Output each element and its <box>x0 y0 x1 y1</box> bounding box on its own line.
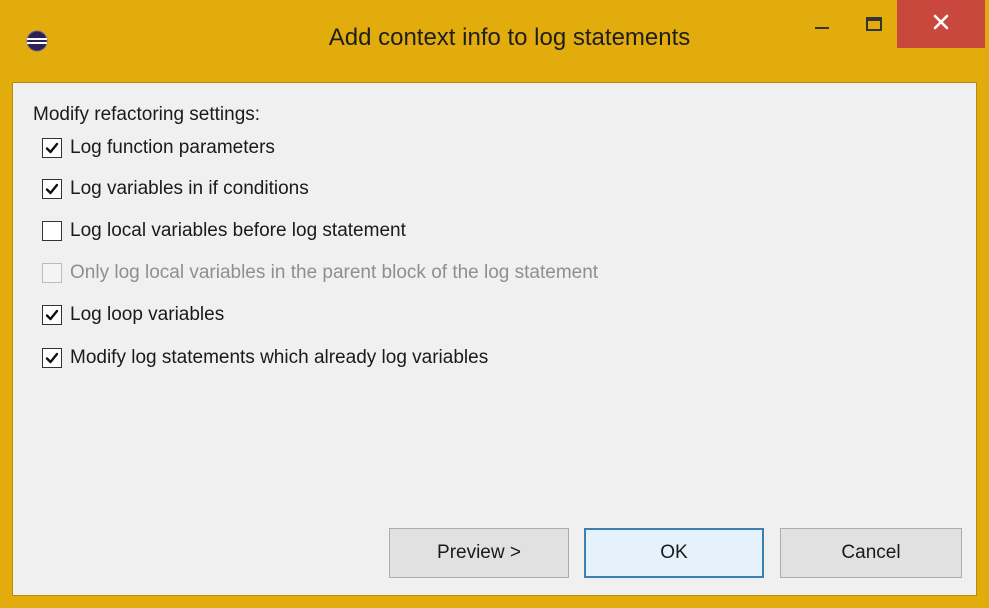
checkbox-checked-icon[interactable] <box>42 138 62 158</box>
checkbox-unchecked-icon[interactable] <box>42 221 62 241</box>
close-button[interactable] <box>897 0 985 48</box>
settings-heading: Modify refactoring settings: <box>33 104 261 125</box>
minimize-icon <box>815 17 829 35</box>
checkbox-label: Log function parameters <box>70 137 275 158</box>
log-function-parameters-checkbox[interactable]: Log function parameters <box>42 134 275 162</box>
minimize-button[interactable] <box>800 0 844 52</box>
log-loop-variables-checkbox[interactable]: Log loop variables <box>42 301 224 329</box>
maximize-icon <box>866 16 882 36</box>
checkbox-checked-icon[interactable] <box>42 348 62 368</box>
checkbox-label: Only log local variables in the parent b… <box>70 262 599 283</box>
log-local-variables-checkbox[interactable]: Log local variables before log statement <box>42 217 406 245</box>
title-bar[interactable]: Add context info to log statements <box>0 0 989 82</box>
ok-button[interactable]: OK <box>584 528 764 578</box>
cancel-button[interactable]: Cancel <box>780 528 962 578</box>
dialog-window: Add context info to log statements Modif… <box>0 0 989 608</box>
parent-block-only-checkbox: Only log local variables in the parent b… <box>42 259 598 287</box>
checkbox-unchecked-icon <box>42 263 62 283</box>
checkbox-label: Log variables in if conditions <box>70 178 309 199</box>
modify-existing-log-statements-checkbox[interactable]: Modify log statements which already log … <box>42 344 488 372</box>
checkbox-label: Log local variables before log statement <box>70 220 406 241</box>
maximize-button[interactable] <box>852 0 896 52</box>
preview-button[interactable]: Preview > <box>389 528 569 578</box>
checkbox-label: Modify log statements which already log … <box>70 347 489 368</box>
checkbox-label: Log loop variables <box>70 304 225 325</box>
close-icon <box>933 14 949 35</box>
checkbox-checked-icon[interactable] <box>42 179 62 199</box>
log-if-condition-variables-checkbox[interactable]: Log variables in if conditions <box>42 175 309 203</box>
checkbox-checked-icon[interactable] <box>42 305 62 325</box>
